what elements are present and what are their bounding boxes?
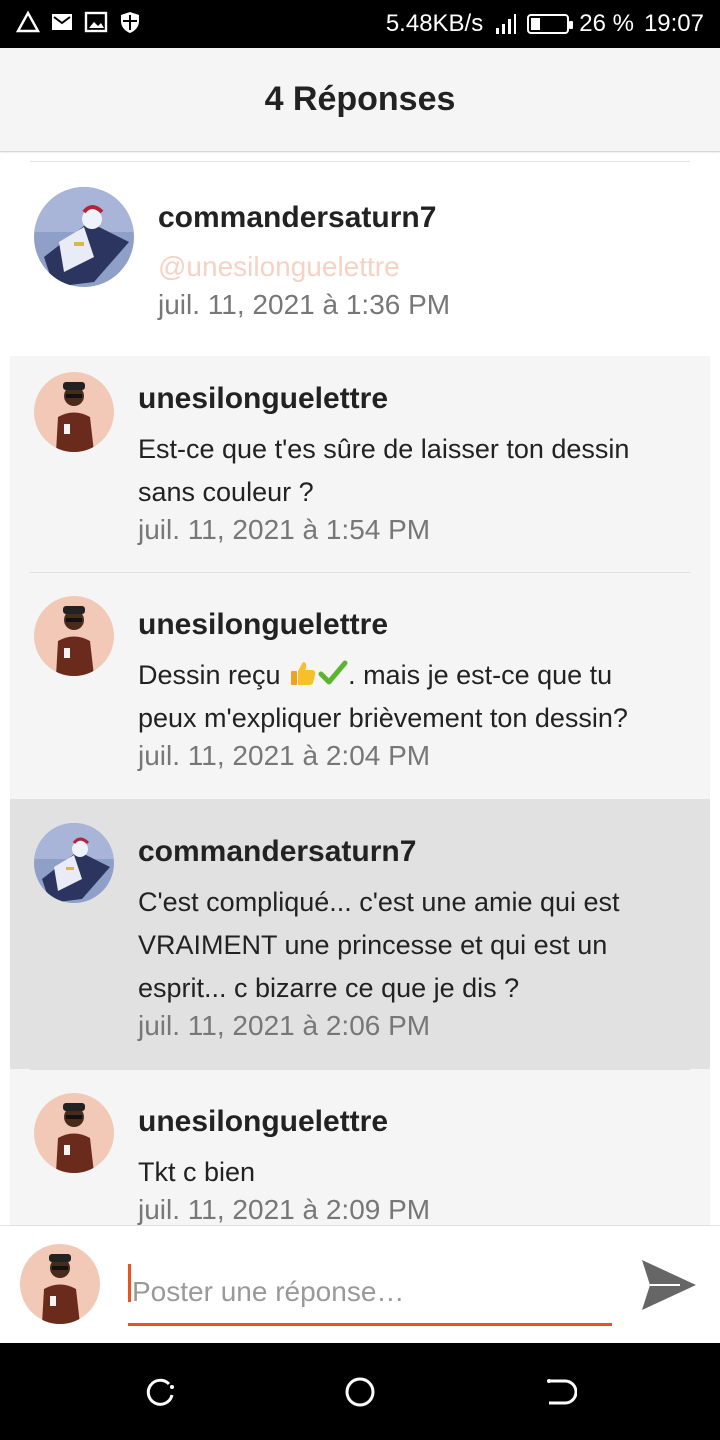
battery-percent: 26 % <box>579 10 634 37</box>
divider <box>30 1069 690 1070</box>
message-line: Dessin reçu . mais je est-ce que tu <box>138 654 683 697</box>
message-line: sans couleur ? <box>138 477 314 507</box>
replies-list[interactable]: commandersaturn7 @unesilonguelettre juil… <box>0 153 720 1225</box>
avatar[interactable] <box>34 823 114 903</box>
system-nav-bar <box>0 1343 720 1440</box>
username[interactable]: commandersaturn7 <box>138 835 416 869</box>
signal-icon <box>493 12 517 36</box>
reply-item: unesilonguelettre Tkt c bien juil. 11, 2… <box>10 1069 710 1225</box>
avatar[interactable] <box>34 1093 114 1173</box>
back-button[interactable] <box>543 1375 578 1409</box>
reply-item: unesilonguelettre Dessin reçu . mais je … <box>10 572 710 799</box>
divider <box>30 572 690 573</box>
send-button[interactable] <box>640 1256 698 1314</box>
avatar[interactable] <box>34 372 114 452</box>
clock: 19:07 <box>643 10 704 37</box>
message-line: Est-ce que t'es sûre de laisser ton dess… <box>138 434 630 464</box>
avatar[interactable] <box>20 1244 100 1324</box>
battery-icon <box>527 14 574 34</box>
divider <box>30 799 690 800</box>
warning-triangle-icon <box>15 10 41 34</box>
reply-message: Tkt c bien <box>138 1151 683 1194</box>
mail-icon <box>50 10 74 34</box>
image-icon <box>84 10 108 34</box>
reply-composer <box>0 1225 720 1343</box>
status-bar-notifications <box>15 10 142 34</box>
reply-item: unesilonguelettre Est-ce que t'es sûre d… <box>10 356 710 572</box>
avatar[interactable] <box>34 596 114 676</box>
home-icon <box>345 1377 375 1407</box>
message-line: VRAIMENT une princesse et qui est un <box>138 930 608 960</box>
timestamp: juil. 11, 2021 à 2:04 PM <box>138 740 431 771</box>
timestamp: juil. 11, 2021 à 1:36 PM <box>158 289 451 320</box>
avatar[interactable] <box>34 187 134 287</box>
home-button[interactable] <box>343 1375 377 1409</box>
reply-message: C'est compliqué... c'est une amie qui es… <box>138 881 683 1010</box>
status-bar: 5.48KB/s 26 % 19:07 <box>0 0 720 48</box>
mention-link[interactable]: @unesilonguelettre <box>158 251 400 283</box>
username[interactable]: unesilonguelettre <box>138 1105 388 1139</box>
divider <box>30 161 690 162</box>
message-line: Tkt c bien <box>138 1157 256 1187</box>
reply-input[interactable] <box>128 1260 612 1326</box>
reply-message: Dessin reçu . mais je est-ce que tu peux… <box>138 654 683 740</box>
message-text: Dessin reçu <box>138 660 289 690</box>
shield-icon <box>118 10 142 34</box>
recent-apps-button[interactable] <box>143 1375 177 1409</box>
message-line: peux m'expliquer brièvement ton dessin? <box>138 703 628 733</box>
network-speed: 5.48KB/s <box>385 10 484 37</box>
thumbs-up-icon <box>288 658 318 688</box>
timestamp: juil. 11, 2021 à 2:09 PM <box>138 1194 431 1225</box>
timestamp: juil. 11, 2021 à 1:54 PM <box>138 514 431 545</box>
back-icon <box>547 1379 578 1405</box>
recent-apps-icon <box>146 1378 174 1406</box>
message-line: C'est compliqué... c'est une amie qui es… <box>138 887 620 917</box>
send-icon <box>642 1260 696 1310</box>
status-bar-system: 5.48KB/s 26 % 19:07 <box>386 10 704 38</box>
text-cursor <box>128 1264 131 1302</box>
check-mark-icon <box>318 658 348 688</box>
page-title: 4 Réponses <box>264 80 456 118</box>
reply-item-highlighted: commandersaturn7 C'est compliqué... c'es… <box>10 799 710 1069</box>
battery-fill <box>531 18 541 30</box>
timestamp: juil. 11, 2021 à 2:06 PM <box>138 1010 431 1041</box>
message-text: . mais je est-ce que tu <box>348 660 613 690</box>
username[interactable]: unesilonguelettre <box>138 608 388 642</box>
message-line: esprit... c bizarre ce que je dis ? <box>138 973 520 1003</box>
reply-message: Est-ce que t'es sûre de laisser ton dess… <box>138 428 683 514</box>
header: 4 Réponses <box>0 48 720 152</box>
original-post: commandersaturn7 @unesilonguelettre juil… <box>0 163 720 355</box>
username[interactable]: unesilonguelettre <box>138 382 388 416</box>
username[interactable]: commandersaturn7 <box>158 201 436 235</box>
